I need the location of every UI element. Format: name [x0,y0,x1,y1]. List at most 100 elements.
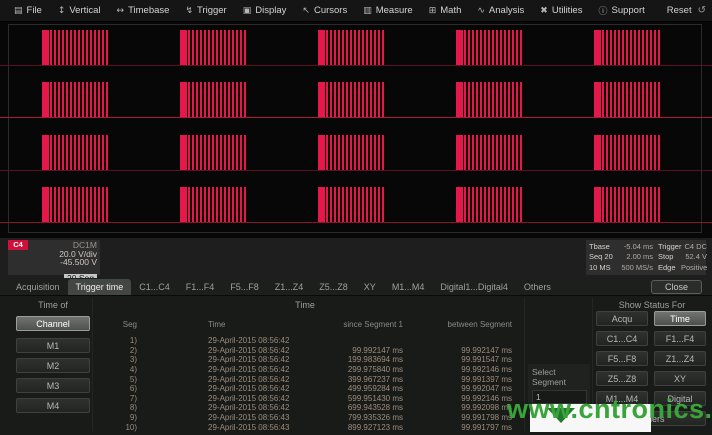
trigger-type: Edge [653,263,681,273]
segment-time-table: Time Seg Time since Segment 1 between Se… [95,300,525,433]
trigger-slope: Positive [681,263,707,273]
time-cell: 29-April-2015 08:56:42 [137,355,335,364]
menu-item-support[interactable]: ⓘ Support [590,2,652,19]
status-tab-bar: Acquisition Trigger time C1...C4 F1...F4… [0,278,712,296]
between-cell: 99.992047 ms [403,384,512,393]
status-button-time[interactable]: Time [654,311,706,326]
col-header-seg: Seg [95,320,137,329]
menu-item-math[interactable]: ⊞ Math [421,3,470,18]
time-cell: 29-April-2015 08:56:43 [137,423,335,432]
segment-burst [180,30,248,65]
status-info-bar: C4 DC1M 20.0 V/div -45.500 V 20 Seg Tbas… [0,238,712,278]
close-button[interactable]: Close [651,280,702,294]
select-segment-label: Segment [532,377,586,387]
status-button-z5-z8[interactable]: Z5...Z8 [596,371,648,386]
tab-f1-f4[interactable]: F1...F4 [178,279,223,295]
table-header-row: Seg Time since Segment 1 between Segment [95,320,512,329]
seg-cell: 9) [95,413,137,422]
trigger-mode: Stop [653,252,681,262]
time-cell: 29-April-2015 08:56:42 [137,384,335,393]
menu-item-display[interactable]: ▣ Display [235,3,295,18]
segment-burst [594,82,662,117]
table-row: 5) 29-April-2015 08:56:42 399.967237 ms … [95,374,512,384]
segment-burst [42,135,110,170]
tab-digital1-digital4[interactable]: Digital1...Digital4 [432,279,516,295]
menu-item-label: Display [255,5,286,16]
tab-others[interactable]: Others [516,279,559,295]
segment-burst [42,30,110,65]
menu-item-utilities[interactable]: ✖ Utilities [532,3,590,18]
tab-z5-z8[interactable]: Z5...Z8 [311,279,356,295]
menu-item-file[interactable]: ▤ File [6,3,50,18]
between-cell: 99.992146 ms [403,394,512,403]
between-cell: 99.991798 ms [403,413,512,422]
time-cell: 29-April-2015 08:56:42 [137,403,335,412]
table-row: 4) 29-April-2015 08:56:42 299.975840 ms … [95,365,512,375]
status-button-c1-c4[interactable]: C1...C4 [596,331,648,346]
segment-burst [594,135,662,170]
tab-xy[interactable]: XY [356,279,384,295]
cursor-icon: ↖ [302,6,310,16]
source-button-channel[interactable]: Channel [16,316,90,331]
select-segment-label: Select [532,367,586,377]
tab-f5-f8[interactable]: F5...F8 [222,279,267,295]
seg-cell: 4) [95,365,137,374]
time-cell: 29-April-2015 08:56:42 [137,394,335,403]
status-button-z1-z4[interactable]: Z1...Z4 [654,351,706,366]
tab-c1-c4[interactable]: C1...C4 [131,279,178,295]
trigger-label: Trigger [653,242,681,252]
status-button-acqu[interactable]: Acqu [596,311,648,326]
seg-cell: 10) [95,423,137,432]
menu-item-analysis[interactable]: ∿ Analysis [469,3,532,18]
reset-button[interactable]: Reset [667,5,692,16]
display-icon: ▣ [243,6,252,16]
status-button-xy[interactable]: XY [654,371,706,386]
since-cell: 199.983694 ms [335,355,403,364]
since-cell: 99.992147 ms [335,346,403,355]
tab-trigger-time[interactable]: Trigger time [68,279,132,295]
tab-z1-z4[interactable]: Z1...Z4 [267,279,312,295]
segment-burst [456,82,524,117]
timebase-value: -5.04 ms [616,242,653,252]
source-button-m2[interactable]: M2 [16,358,90,373]
since-cell: 299.975840 ms [335,365,403,374]
channel-descriptor-c4[interactable]: C4 DC1M 20.0 V/div -45.500 V 20 Seg [8,240,100,275]
tools-icon: ✖ [540,6,548,16]
status-button-f5-f8[interactable]: F5...F8 [596,351,648,366]
segment-burst [180,82,248,117]
status-button-f1-f4[interactable]: F1...F4 [654,331,706,346]
tab-m1-m4[interactable]: M1...M4 [384,279,433,295]
segment-burst [456,187,524,222]
source-button-m3[interactable]: M3 [16,378,90,393]
time-cell: 29-April-2015 08:56:42 [137,365,335,374]
between-cell: 99.991397 ms [403,375,512,384]
menu-item-label: File [27,5,42,16]
menu-item-label: Utilities [552,5,583,16]
source-button-m1[interactable]: M1 [16,338,90,353]
tab-acquisition[interactable]: Acquisition [8,279,68,295]
oscilloscope-screen: ▤ File ↕ Vertical ↔ Timebase ↯ Trigger ▣… [0,0,712,435]
menu-item-vertical[interactable]: ↕ Vertical [50,3,109,18]
menu-item-label: Analysis [489,5,524,16]
col-header-time: Time [137,320,335,329]
table-row: 2) 29-April-2015 08:56:42 99.992147 ms 9… [95,346,512,356]
menu-item-timebase[interactable]: ↔ Timebase [109,3,178,18]
table-row: 6) 29-April-2015 08:56:42 499.959284 ms … [95,384,512,394]
table-body: 1) 29-April-2015 08:56:42 2) 29-April-20… [95,336,512,432]
divider [92,298,93,431]
seg-cell: 5) [95,375,137,384]
table-row: 3) 29-April-2015 08:56:42 199.983694 ms … [95,355,512,365]
waveform-icon: ∿ [477,6,485,16]
seq-label: Seq 20 [589,252,616,262]
info-icon: ⓘ [598,4,607,17]
menu-item-label: Vertical [69,5,100,16]
menu-item-measure[interactable]: ▥ Measure [355,3,420,18]
segment-burst [594,30,662,65]
source-button-m4[interactable]: M4 [16,398,90,413]
time-cell: 29-April-2015 08:56:42 [137,336,335,345]
undo-icon[interactable]: ↺ [698,5,706,16]
menu-item-cursors[interactable]: ↖ Cursors [294,3,355,18]
menu-item-trigger[interactable]: ↯ Trigger [177,3,234,18]
seg-cell: 8) [95,403,137,412]
timebase-trigger-descriptor[interactable]: Tbase -5.04 ms Trigger C4 DC Seq 20 2.00… [586,240,706,275]
